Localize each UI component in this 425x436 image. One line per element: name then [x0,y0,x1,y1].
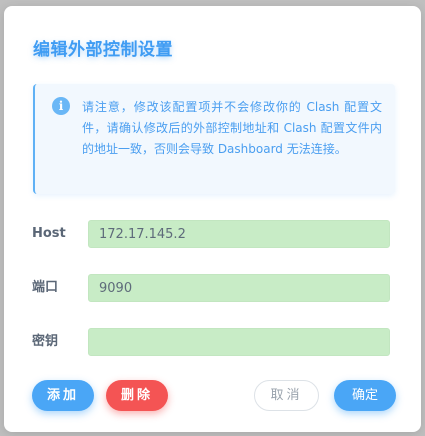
notice-alert: i 请注意，修改该配置项并不会修改你的 Clash 配置文件，请确认修改后的外部… [33,84,395,194]
dialog-title: 编辑外部控制设置 [33,40,173,60]
secret-input[interactable] [88,328,390,356]
info-icon: i [52,97,70,115]
cancel-button[interactable]: 取消 [254,380,319,411]
port-label: 端口 [32,280,59,295]
secret-row: 密钥 [32,328,392,356]
confirm-button[interactable]: 确定 [334,380,396,411]
external-controller-dialog: 编辑外部控制设置 i 请注意，修改该配置项并不会修改你的 Clash 配置文件，… [4,6,421,432]
host-row: Host [32,220,392,248]
host-label: Host [32,226,66,241]
host-input[interactable] [88,220,390,248]
port-row: 端口 [32,274,392,302]
port-input[interactable] [88,274,390,302]
delete-button[interactable]: 删除 [106,380,168,411]
add-button[interactable]: 添加 [32,380,94,411]
secret-label: 密钥 [32,334,59,349]
notice-text: 请注意，修改该配置项并不会修改你的 Clash 配置文件，请确认修改后的外部控制… [82,100,382,156]
